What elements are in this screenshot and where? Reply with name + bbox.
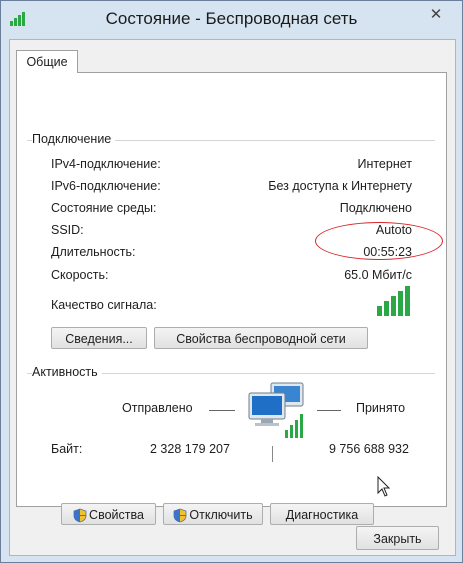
signal-quality-bars — [377, 286, 413, 316]
ipv4-label: IPv4-подключение: — [51, 157, 161, 171]
connection-section-title: Подключение — [32, 132, 116, 146]
speed-label: Скорость: — [51, 268, 109, 282]
close-button[interactable]: Закрыть — [356, 526, 439, 550]
media-state-label: Состояние среды: — [51, 201, 157, 215]
signal-bar — [384, 301, 389, 316]
bytes-divider — [272, 446, 273, 462]
status-window: Состояние - Беспроводная сеть ✕ Общие По… — [0, 0, 463, 563]
disable-button[interactable]: Отключить — [163, 503, 263, 525]
wireless-properties-button[interactable]: Свойства беспроводной сети — [154, 327, 368, 349]
sent-label: Отправлено — [122, 401, 193, 415]
dialog-client-area: Общие Подключение IPv4-подключение: Инте… — [9, 39, 456, 556]
shield-icon — [73, 508, 87, 523]
received-line — [317, 410, 341, 411]
bytes-label: Байт: — [51, 442, 83, 456]
media-state-value: Подключено — [339, 201, 412, 215]
ssid-label: SSID: — [51, 223, 84, 237]
title-bar[interactable]: Состояние - Беспроводная сеть ✕ — [1, 1, 462, 39]
ipv6-value: Без доступа к Интернету — [268, 179, 412, 193]
shield-icon — [174, 508, 187, 523]
general-panel: Подключение IPv4-подключение: Интернет I… — [16, 72, 447, 525]
activity-section-title: Активность — [32, 365, 102, 379]
received-label: Принято — [356, 401, 406, 415]
signal-bar — [391, 296, 396, 316]
network-computers-icon — [248, 382, 304, 438]
diagnose-button[interactable]: Диагностика — [270, 503, 374, 525]
speed-annotation-ellipse — [315, 222, 443, 260]
sent-line — [209, 410, 235, 411]
speed-value: 65.0 Мбит/с — [344, 268, 412, 282]
bytes-received-value: 9 756 688 932 — [329, 442, 409, 456]
ipv6-label: IPv6-подключение: — [51, 179, 161, 193]
properties-button[interactable]: Свойства — [61, 503, 156, 525]
disable-button-label: Отключить — [189, 508, 253, 522]
signal-bar — [405, 286, 410, 316]
signal-bar — [377, 306, 382, 316]
details-button[interactable]: Сведения... — [51, 327, 147, 349]
ipv4-value: Интернет — [357, 157, 412, 171]
mouse-pointer-icon — [377, 476, 391, 497]
signal-bar — [398, 291, 403, 316]
window-close-button[interactable]: ✕ — [417, 5, 455, 25]
signal-quality-label: Качество сигнала: — [51, 298, 157, 312]
properties-button-label: Свойства — [89, 508, 144, 522]
window-title: Состояние - Беспроводная сеть — [105, 9, 358, 28]
duration-label: Длительность: — [51, 245, 136, 259]
tab-general[interactable]: Общие — [16, 50, 78, 73]
bytes-sent-value: 2 328 179 207 — [150, 442, 230, 456]
